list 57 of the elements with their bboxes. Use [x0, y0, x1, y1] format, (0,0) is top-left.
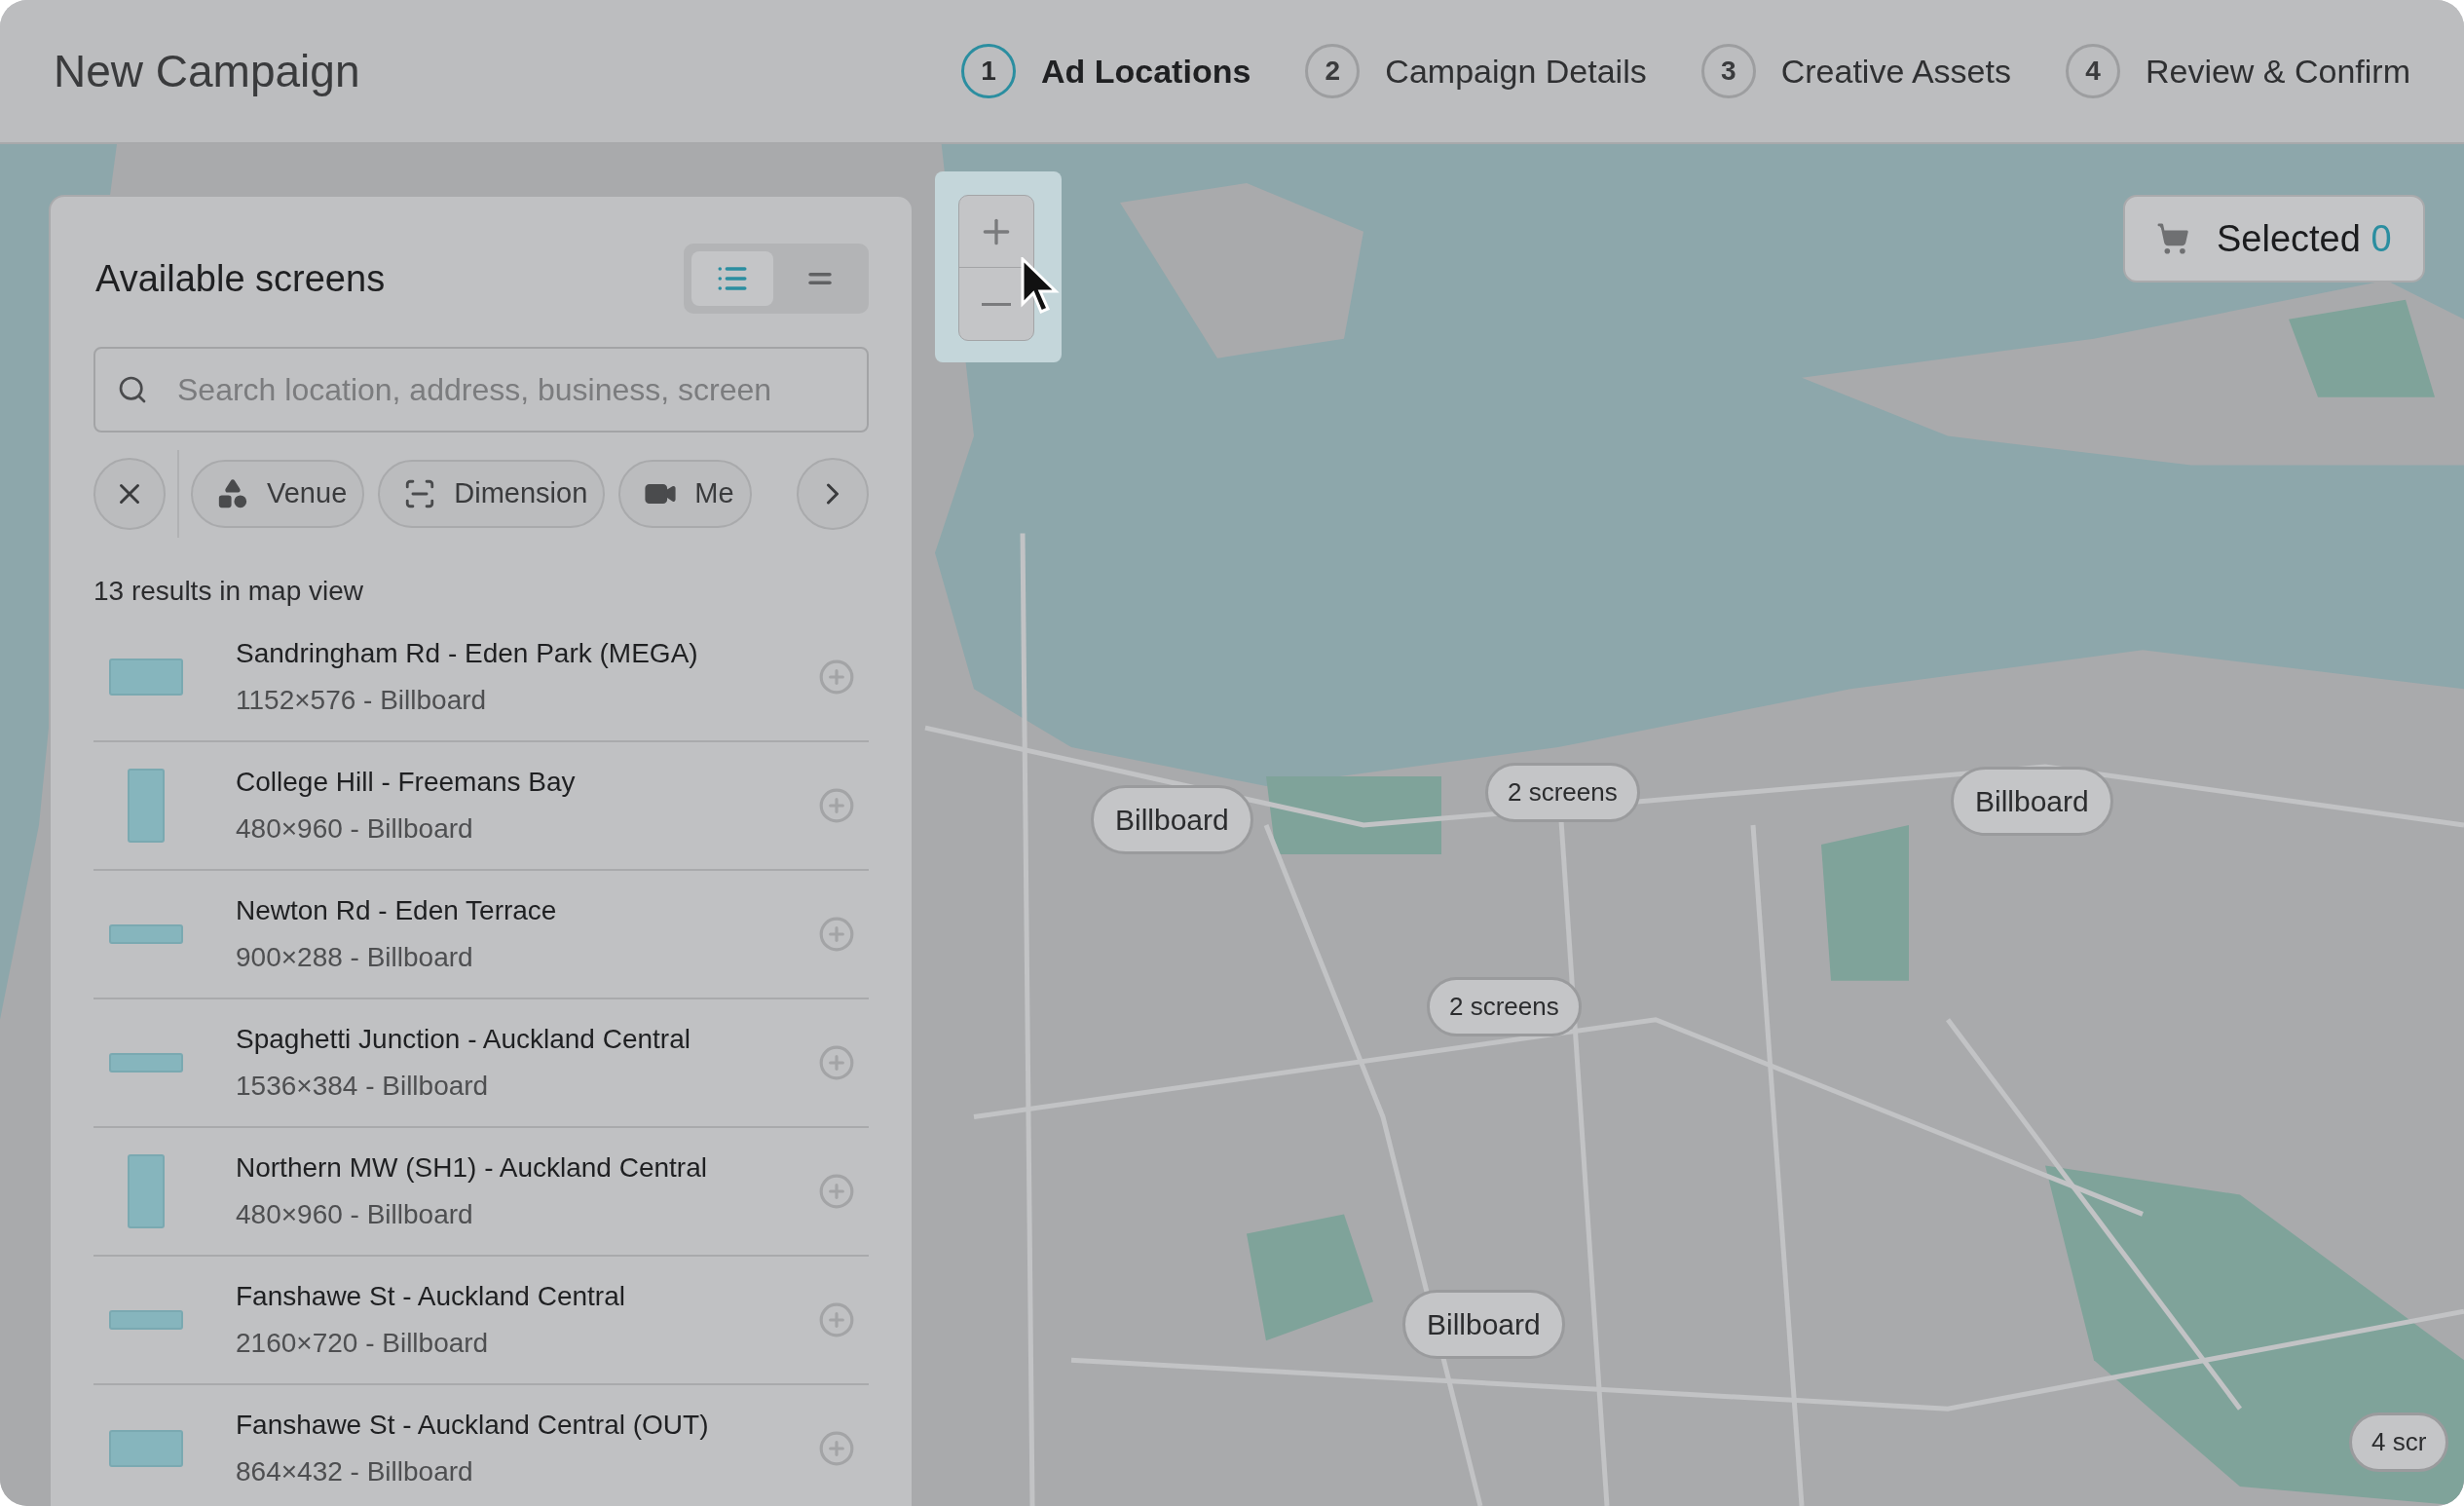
panel-title: Available screens — [95, 256, 386, 301]
add-icon[interactable] — [818, 1430, 855, 1467]
step-tab[interactable]: 3 Creative Assets — [1700, 44, 2011, 98]
screen-detail: 2160×720 - Billboard — [236, 1327, 490, 1360]
results-count: 13 results in map view — [93, 575, 364, 608]
add-icon[interactable] — [818, 1173, 855, 1210]
search-field[interactable]: Search location, address, business, screen — [93, 347, 869, 433]
screen-shape-icon — [109, 659, 183, 696]
cluster-marker[interactable]: 2 screens — [1427, 977, 1582, 1036]
screen-name: College Hill - Freemans Bay — [236, 766, 577, 799]
filter-chip[interactable]: Venue — [191, 460, 365, 528]
billboard-marker[interactable]: Billboard — [1951, 767, 2113, 836]
screen-detail: 480×960 - Billboard — [236, 1198, 474, 1231]
screen-shape-icon — [109, 1430, 183, 1467]
screen-shape-icon — [128, 1154, 165, 1228]
cluster-marker[interactable]: 2 screens — [1485, 763, 1640, 822]
screen-name: Fanshawe St - Auckland Central (OUT) — [236, 1409, 710, 1442]
screen-list-item[interactable]: Northern MW (SH1) - Auckland Central 480×960 - Billboard — [93, 1128, 869, 1257]
screen-list-item[interactable]: Fanshawe St - Auckland Central (OUT) 864×432 - Billboard — [93, 1385, 869, 1506]
screen-name: Fanshawe St - Auckland Central — [236, 1280, 626, 1313]
screen-list-item[interactable]: College Hill - Freemans Bay 480×960 - Billboard — [93, 742, 869, 871]
minus-icon — [982, 302, 1011, 306]
screen-list-item[interactable]: Fanshawe St - Auckland Central 2160×720 - Billboard — [93, 1257, 869, 1385]
screen-detail: 480×960 - Billboard — [236, 812, 474, 846]
screen-shape-icon — [109, 924, 183, 944]
selected-cart-button[interactable]: Selected 0 — [2123, 195, 2425, 282]
step-tab[interactable]: 4 Review & Confirm — [2065, 44, 2410, 98]
screen-shape-icon — [109, 1053, 183, 1073]
cart-icon — [2156, 222, 2189, 255]
screen-shape-icon — [109, 1310, 183, 1330]
search-icon — [117, 374, 148, 405]
add-icon[interactable] — [818, 1301, 855, 1338]
screen-name: Northern MW (SH1) - Auckland Central — [236, 1151, 708, 1185]
add-icon[interactable] — [818, 1044, 855, 1081]
screen-detail: 1152×576 - Billboard — [236, 684, 488, 717]
step-tab[interactable]: 2 Campaign Details — [1305, 44, 1647, 98]
screen-list-item[interactable]: Spaghetti Junction - Auckland Central 1536×384 - Billboard — [93, 999, 869, 1128]
screen-name: Sandringham Rd - Eden Park (MEGA) — [236, 637, 699, 670]
add-icon[interactable] — [818, 916, 855, 953]
screen-shape-icon — [128, 769, 165, 843]
screen-detail: 900×288 - Billboard — [236, 941, 474, 974]
screen-name: Spaghetti Junction - Auckland Central — [236, 1023, 691, 1056]
filter-chip[interactable]: Me — [618, 460, 752, 528]
view-toggle-button[interactable] — [691, 251, 773, 306]
billboard-marker[interactable]: Billboard — [1091, 785, 1253, 854]
add-icon[interactable] — [818, 787, 855, 824]
screen-detail: 864×432 - Billboard — [236, 1455, 474, 1488]
step-tab[interactable]: 1 Ad Locations — [961, 44, 1251, 98]
shapes-icon — [216, 477, 249, 510]
page-title: New Campaign — [54, 44, 360, 98]
screen-list-item[interactable]: Sandringham Rd - Eden Park (MEGA) 1152×576 - Billboard — [93, 614, 869, 742]
screen-name: Newton Rd - Eden Terrace — [236, 894, 558, 927]
filter-chip[interactable]: Dimension — [378, 460, 606, 528]
screen-detail: 1536×384 - Billboard — [236, 1070, 490, 1103]
billboard-marker[interactable]: Billboard — [1402, 1290, 1565, 1359]
screen-list-item[interactable]: Newton Rd - Eden Terrace 900×288 - Billboard — [93, 871, 869, 999]
add-icon[interactable] — [818, 659, 855, 696]
